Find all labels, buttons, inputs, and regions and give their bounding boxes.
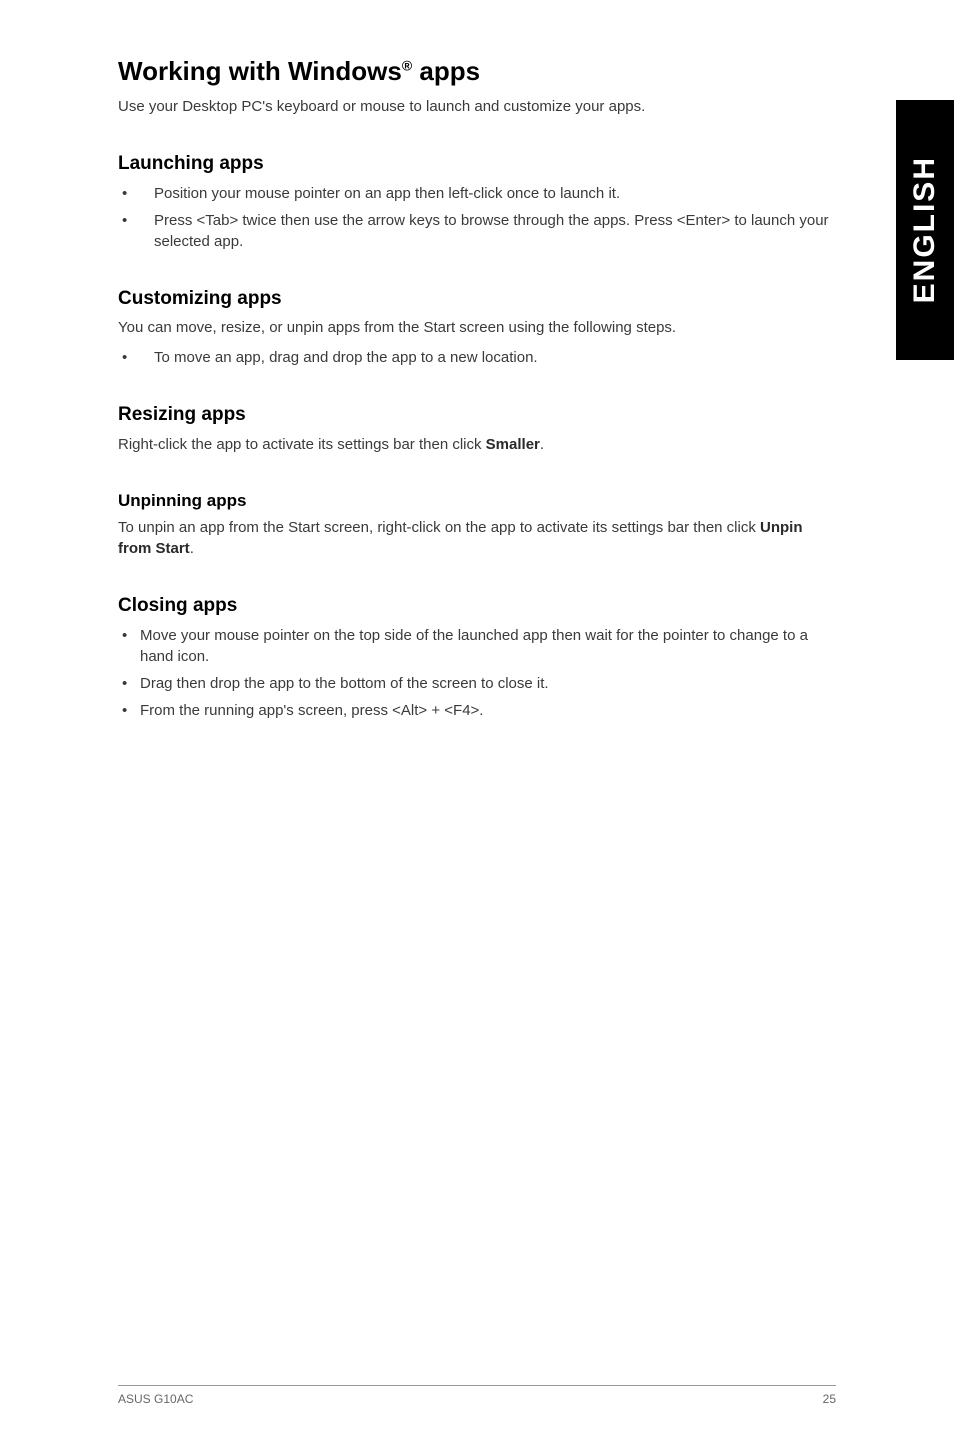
bullet-icon: • [118,183,154,204]
bullet-icon: • [118,673,140,694]
title-text-pre: Working with Windows [118,56,402,86]
para-bold: Smaller [486,436,540,453]
list-item: •Drag then drop the app to the bottom of… [118,673,836,694]
footer-page-number: 25 [823,1392,836,1406]
section-closing: Closing apps •Move your mouse pointer on… [118,595,836,721]
intro-text: Use your Desktop PC's keyboard or mouse … [118,97,836,117]
list-launching: •Position your mouse pointer on an app t… [118,183,836,252]
bullet-icon: • [118,210,154,231]
list-item: •Move your mouse pointer on the top side… [118,625,836,667]
subintro-customizing: You can move, resize, or unpin apps from… [118,318,836,338]
para-text: Right-click the app to activate its sett… [118,436,486,453]
list-closing: •Move your mouse pointer on the top side… [118,625,836,721]
heading-unpinning: Unpinning apps [118,491,836,511]
title-registered-mark: ® [402,57,412,73]
para-text: . [540,436,544,453]
section-customizing: Customizing apps You can move, resize, o… [118,288,836,367]
bullet-icon: • [118,625,140,646]
language-tab-label: ENGLISH [908,156,942,303]
list-item: •From the running app's screen, press <A… [118,700,836,721]
list-item: •Position your mouse pointer on an app t… [118,183,836,204]
footer: ASUS G10AC 25 [118,1385,836,1406]
bullet-icon: • [118,347,154,368]
list-item-text: Press <Tab> twice then use the arrow key… [154,210,836,252]
heading-launching: Launching apps [118,153,836,175]
list-item-text: From the running app's screen, press <Al… [140,700,836,721]
list-item-text: To move an app, drag and drop the app to… [154,347,836,368]
para-resizing: Right-click the app to activate its sett… [118,434,836,455]
section-resizing: Resizing apps Right-click the app to act… [118,404,836,455]
language-tab: ENGLISH [896,100,954,360]
list-item: •Press <Tab> twice then use the arrow ke… [118,210,836,252]
bullet-icon: • [118,700,140,721]
list-item: •To move an app, drag and drop the app t… [118,347,836,368]
title-text-post: apps [412,56,480,86]
footer-left: ASUS G10AC [118,1392,193,1406]
section-launching: Launching apps •Position your mouse poin… [118,153,836,252]
list-item-text: Position your mouse pointer on an app th… [154,183,836,204]
list-item-text: Drag then drop the app to the bottom of … [140,673,836,694]
para-unpinning: To unpin an app from the Start screen, r… [118,517,836,559]
list-item-text: Move your mouse pointer on the top side … [140,625,836,667]
heading-closing: Closing apps [118,595,836,617]
section-unpinning: Unpinning apps To unpin an app from the … [118,491,836,559]
page-title: Working with Windows® apps [118,56,836,87]
heading-customizing: Customizing apps [118,288,836,310]
document-page: ENGLISH Working with Windows® apps Use y… [0,0,954,1438]
list-customizing: •To move an app, drag and drop the app t… [118,347,836,368]
heading-resizing: Resizing apps [118,404,836,426]
para-text: . [190,540,194,557]
para-text: To unpin an app from the Start screen, r… [118,519,760,536]
